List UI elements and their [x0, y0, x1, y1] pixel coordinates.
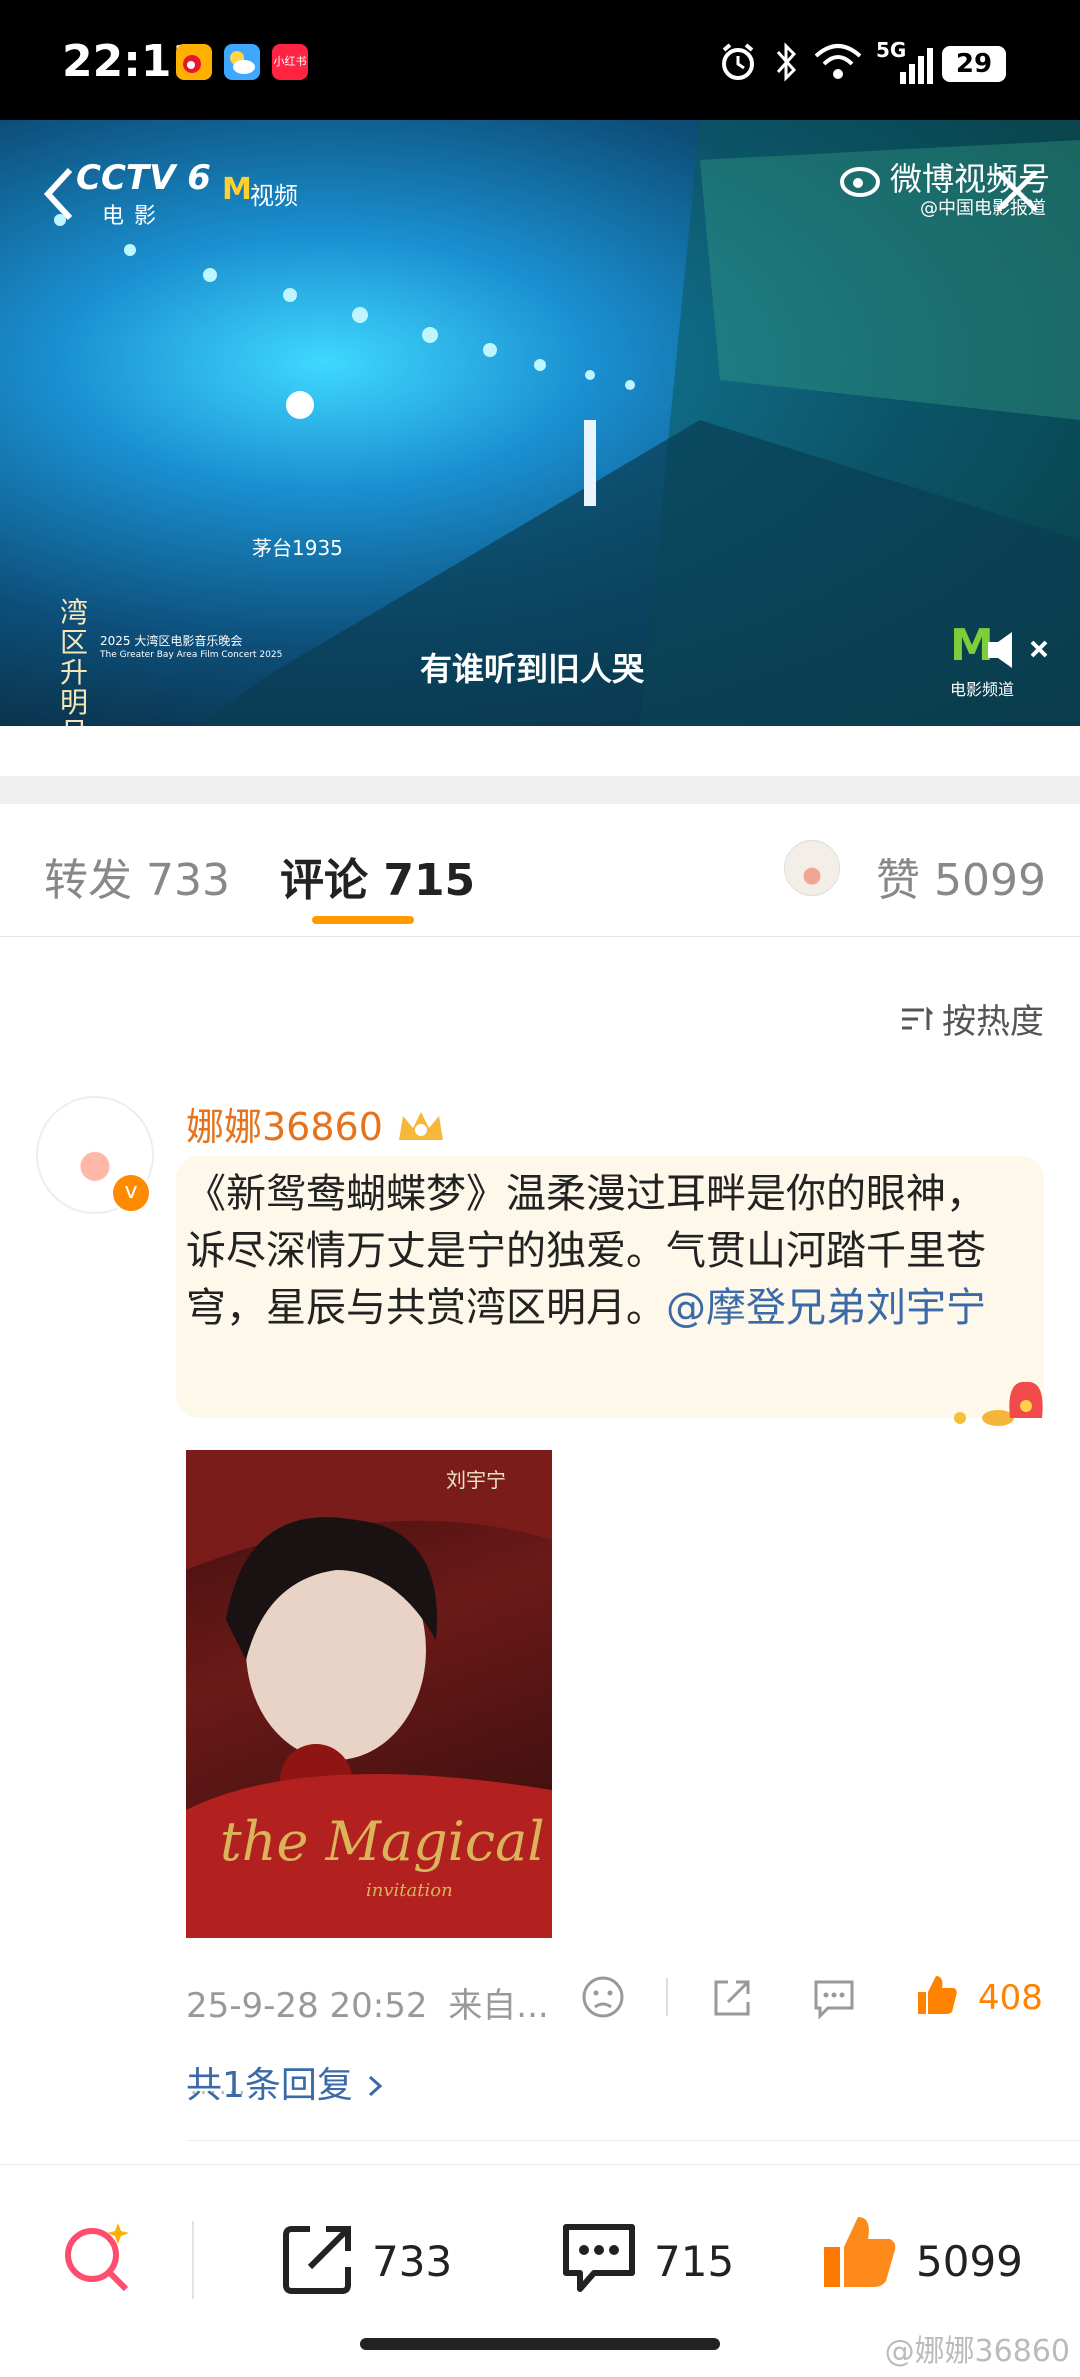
repost-button[interactable] [280, 2221, 356, 2301]
tab-likes-count: 5099 [934, 855, 1046, 906]
like-button[interactable] [820, 2211, 900, 2299]
search-icon[interactable] [56, 2215, 140, 2303]
tab-likes[interactable]: 赞 5099 [876, 844, 1046, 908]
cctv-logo: CCTV 6 [76, 158, 211, 198]
meta-divider [666, 1978, 668, 2016]
comment-source: 来自... [448, 1986, 549, 2026]
poster-subheadline: invitation [366, 1880, 453, 1901]
username-text: 娜娜36860 [186, 1105, 383, 1149]
comment-like-count: 408 [978, 1978, 1043, 2018]
sort-icon [902, 1005, 934, 1030]
m-video-logo: M [222, 172, 252, 207]
interaction-tabs: 转发 733 评论 715 赞 5099 [0, 804, 1080, 937]
weibo-icon [176, 44, 212, 80]
mute-icon[interactable] [986, 628, 1056, 676]
thumbs-up-icon [824, 2217, 896, 2287]
event-subtitle: 2025 大湾区电影音乐晚会 [100, 634, 243, 648]
weibo-logo-icon [840, 158, 886, 202]
sort-button[interactable]: 按热度 [900, 994, 1044, 1043]
tab-comments-count: 715 [383, 855, 476, 906]
movie-channel-label: 电影频道 [950, 680, 1015, 699]
signal-icon [900, 48, 936, 88]
comment-date: 25-9-28 20:52 [186, 1986, 428, 2026]
thumbs-up-icon [918, 1976, 957, 2014]
tab-reposts-label: 转发 [44, 855, 132, 906]
weather-icon [224, 44, 260, 80]
repost-icon [283, 2226, 351, 2294]
video-player[interactable]: CCTV 6 电影 M 视频 微博视频号 @中国电影报道 茅台1935 湾区升明… [0, 120, 1080, 726]
bluetooth-icon [772, 40, 800, 88]
tab-likes-label: 赞 [876, 855, 920, 906]
back-arrow-icon[interactable] [40, 164, 80, 228]
tab-comments-label: 评论 [280, 855, 368, 906]
repost-count: 733 [372, 2237, 453, 2286]
event-subtitle-en: The Greater Bay Area Film Concert 2025 [100, 650, 283, 660]
tab-reposts-count: 733 [146, 855, 230, 906]
share-icon[interactable] [710, 1976, 754, 2024]
comment-icon [563, 2224, 635, 2292]
comment-text: 《新鸳鸯蝴蝶梦》温柔漫过耳畔是你的眼神，诉尽深情万丈是宁的独爱。气贯山河踏千里苍… [186, 1166, 1006, 1337]
comment-button[interactable] [560, 2219, 638, 2303]
poster-headline: the Magical [220, 1810, 545, 1873]
comment-meta: 25-9-28 20:52 来自... [186, 1978, 549, 2027]
alarm-icon [716, 40, 760, 88]
like-count: 5099 [916, 2237, 1023, 2286]
lucky-bag-icon [940, 1370, 1050, 1442]
crown-badge-icon [398, 1112, 443, 1140]
home-indicator[interactable] [360, 2338, 720, 2350]
dislike-emoji-icon[interactable] [580, 1974, 626, 2024]
tab-reposts[interactable]: 转发 733 [44, 844, 230, 908]
wifi-icon [812, 40, 864, 88]
reply-icon[interactable] [812, 1976, 856, 2024]
mention-link[interactable]: @摩登兄弟刘宇宁 [666, 1285, 986, 1331]
comment-image[interactable]: 刘宇宁 the Magical invitation [186, 1450, 552, 1938]
active-tab-indicator [312, 916, 414, 924]
view-replies-link[interactable]: 共1条回复 [186, 2056, 386, 2108]
status-bar: 22:11 小红书 5G 29 [0, 0, 1080, 120]
watermark: @娜娜36860 [884, 2334, 1070, 2369]
poster-title: 刘宇宁 [446, 1468, 506, 1492]
replies-label: 共1条回复 [186, 2065, 353, 2106]
video-caption: 有谁听到旧人哭 [420, 650, 645, 688]
verified-badge-icon: v [110, 1172, 152, 1214]
comment-divider [186, 2140, 1080, 2141]
xiaohongshu-icon: 小红书 [272, 44, 308, 80]
comment-count: 715 [654, 2237, 735, 2286]
liker-avatar[interactable] [784, 840, 840, 896]
comment-username[interactable]: 娜娜36860 [186, 1096, 447, 1151]
tab-comments[interactable]: 评论 715 [280, 844, 475, 908]
chevron-right-icon [369, 2075, 383, 2097]
video-brand: 视频 [250, 182, 298, 210]
sort-label: 按热度 [942, 1002, 1044, 1042]
event-title: 湾区升明月 [60, 596, 89, 727]
battery-icon: 29 [942, 46, 1006, 82]
section-separator [0, 776, 1080, 804]
sponsor-logo: 茅台1935 [252, 536, 343, 560]
close-icon[interactable] [990, 164, 1044, 222]
comment-like-button[interactable] [914, 1972, 958, 2022]
bottom-divider [192, 2221, 194, 2299]
cctv-sub: 电影 [102, 204, 167, 229]
